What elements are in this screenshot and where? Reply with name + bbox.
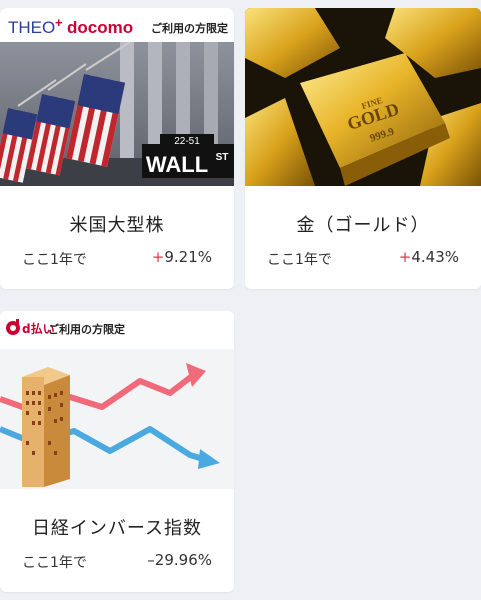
change-sign: + [398,248,412,266]
change-percent: 9.21% [164,248,212,266]
street-sign-number: 22-51 [174,136,200,147]
change-value: +9.21% [152,248,212,266]
period-label: ここ1年で [22,555,87,571]
street-sign-suffix: ST [216,152,229,163]
theo-logo: THEO [8,18,55,37]
period-label: ここ1年で [22,252,87,268]
change-percent: 4.43% [411,248,459,266]
change-percent: 29.96% [154,551,212,569]
period-label: ここ1年で [267,252,332,268]
card-title: 米国大型株 [69,215,165,236]
theo-plus-mark: + [55,15,63,30]
fund-card-gold[interactable]: FINE GOLD 999.9 金（ゴールド） ここ1年で +4.43% [245,8,481,289]
change-value: +4.43% [399,248,459,266]
docomo-logo: docomo [67,18,133,37]
change-sign: – [147,551,155,569]
card-title: 日経インバース指数 [31,518,203,539]
card-title: 金（ゴールド） [296,215,430,236]
fund-card-us-large-cap[interactable]: 22-51 WALL ST THEO + docomo ご利用の方限定 米国大型… [0,8,234,289]
inverse-chart-building-image: d払い ご利用の方限定 [0,311,234,489]
change-value: –29.96% [147,551,212,569]
banner-notice: ご利用の方限定 [151,21,228,35]
wall-street-flags-image: 22-51 WALL ST THEO + docomo ご利用の方限定 [0,8,234,186]
banner-notice: ご利用の方限定 [48,322,125,336]
gold-bars-image: FINE GOLD 999.9 [245,8,481,186]
street-sign-text: WALL [146,152,208,177]
change-sign: + [151,248,165,266]
fund-card-nikkei-inverse[interactable]: d払い ご利用の方限定 日経インバース指数 ここ1年で –29.96% [0,311,234,592]
